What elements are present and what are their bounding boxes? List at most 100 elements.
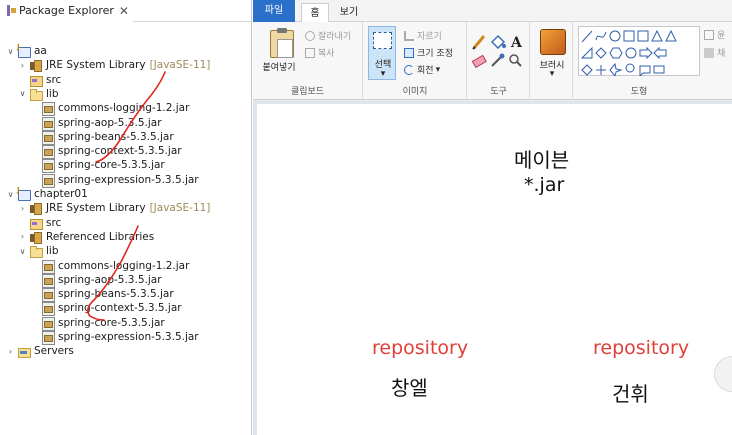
ribbon-tab-bar: 파일 홈 보기 bbox=[253, 0, 732, 22]
svg-text:A: A bbox=[510, 35, 523, 51]
rotate-icon bbox=[404, 64, 414, 75]
paint-window: 파일 홈 보기 붙여넣기 잘라내기 복사 클립보드 선택 ▾ 자르기 크기 조정… bbox=[253, 0, 732, 435]
tree-item[interactable]: ∨ chapter01 bbox=[6, 186, 88, 201]
shape-glyph[interactable] bbox=[653, 46, 667, 60]
brushes-button[interactable]: 브러시 ▾ bbox=[531, 24, 573, 80]
shape-glyph[interactable] bbox=[580, 46, 593, 59]
copy-label: 복사 bbox=[318, 49, 335, 59]
tree-item-label: spring-expression-5.3.5.jar bbox=[58, 331, 199, 343]
crop-button[interactable]: 자르기 bbox=[404, 29, 442, 42]
tree-item-label: commons-logging-1.2.jar bbox=[58, 102, 190, 115]
java-project-icon bbox=[17, 186, 31, 201]
tree-item-jar[interactable]: spring-expression-5.3.5.jar bbox=[30, 173, 199, 188]
shape-glyph[interactable] bbox=[639, 46, 653, 60]
chevron-right-icon[interactable]: › bbox=[6, 347, 15, 356]
shape-glyph[interactable] bbox=[665, 29, 677, 42]
tree-item[interactable]: ∨ aa bbox=[6, 43, 47, 58]
cut-button[interactable]: 잘라내기 bbox=[305, 29, 351, 42]
shapes-gallery[interactable] bbox=[578, 26, 700, 76]
tree-item-label: src bbox=[46, 216, 62, 229]
rotate-button[interactable]: 회전 ▾ bbox=[404, 63, 440, 76]
chevron-down-icon[interactable]: ∨ bbox=[6, 190, 15, 199]
tree-item-jar[interactable]: spring-expression-5.3.5.jar bbox=[30, 330, 199, 345]
tab-file[interactable]: 파일 bbox=[253, 0, 295, 22]
shape-glyph[interactable] bbox=[639, 65, 651, 76]
tree-item[interactable]: ∨ lib bbox=[18, 87, 59, 101]
tree-item[interactable]: src bbox=[18, 216, 61, 230]
clipboard-group: 붙여넣기 잘라내기 복사 클립보드 bbox=[253, 22, 363, 100]
tree-item-jar[interactable]: spring-core-5.3.5.jar bbox=[30, 158, 165, 174]
shape-glyph[interactable] bbox=[653, 65, 665, 74]
canvas-text-name-left: 창엘 bbox=[391, 376, 428, 400]
tree-item-jar[interactable]: spring-aop-5.3.5.jar bbox=[30, 273, 162, 288]
tree-item-label: src bbox=[46, 73, 62, 86]
shape-glyph[interactable] bbox=[581, 30, 593, 43]
jar-file-icon bbox=[41, 173, 55, 188]
brushes-group: 브러시 ▾ bbox=[531, 22, 573, 100]
library-icon bbox=[29, 59, 42, 73]
package-explorer-icon bbox=[6, 5, 16, 16]
shape-glyph[interactable] bbox=[609, 30, 621, 42]
tree-item-jar[interactable]: spring-context-5.3.5.jar bbox=[30, 144, 182, 160]
fill-button[interactable]: 채 bbox=[704, 46, 725, 59]
tree-item[interactable]: › Servers bbox=[6, 344, 74, 359]
shape-glyph[interactable] bbox=[581, 64, 593, 76]
chevron-down-icon[interactable]: ∨ bbox=[18, 247, 27, 256]
select-button[interactable]: 선택 ▾ bbox=[368, 26, 396, 80]
shape-glyph[interactable] bbox=[623, 30, 635, 42]
java-project-icon bbox=[17, 43, 31, 58]
tab-view[interactable]: 보기 bbox=[335, 3, 363, 22]
close-icon[interactable]: ✕ bbox=[119, 5, 129, 17]
shape-glyph[interactable] bbox=[609, 47, 623, 59]
chevron-right-icon[interactable]: › bbox=[18, 61, 27, 70]
resize-button[interactable]: 크기 조정 bbox=[404, 46, 453, 59]
shape-glyph[interactable] bbox=[651, 29, 663, 42]
tree-item-jar[interactable]: spring-context-5.3.5.jar bbox=[30, 301, 182, 317]
canvas-text-repository-left: repository bbox=[372, 337, 469, 359]
tree-item[interactable]: › JRE System Library [JavaSE-11] bbox=[18, 201, 210, 216]
jar-file-icon bbox=[41, 302, 55, 317]
shape-glyph[interactable] bbox=[609, 62, 623, 76]
shape-glyph[interactable] bbox=[625, 47, 637, 59]
tree-item-jar[interactable]: commons-logging-1.2.jar bbox=[30, 259, 190, 274]
tree-item-label: commons-logging-1.2.jar bbox=[58, 259, 190, 272]
explorer-tab-bar: Package Explorer ✕ bbox=[0, 0, 251, 22]
source-folder-icon bbox=[29, 217, 43, 230]
chevron-down-icon: ▾ bbox=[380, 69, 386, 79]
shape-glyph[interactable] bbox=[595, 47, 607, 59]
chevron-right-icon[interactable]: › bbox=[18, 204, 27, 213]
tree-item-jar[interactable]: spring-beans-5.3.5.jar bbox=[30, 130, 174, 145]
shape-glyph[interactable] bbox=[625, 63, 635, 73]
crop-icon bbox=[404, 30, 414, 41]
package-explorer-tab[interactable]: Package Explorer ✕ bbox=[0, 0, 133, 22]
scissors-icon bbox=[305, 30, 315, 41]
chevron-down-icon[interactable]: ∨ bbox=[18, 89, 27, 98]
tree-item-label: Servers bbox=[34, 345, 74, 358]
tree-item[interactable]: ∨ lib bbox=[18, 244, 59, 259]
shape-glyph[interactable] bbox=[637, 30, 649, 42]
tree-item-label: spring-beans-5.3.5.jar bbox=[58, 288, 174, 301]
tree-item-label: chapter01 bbox=[34, 188, 88, 200]
tree-item[interactable]: › Referenced Libraries bbox=[18, 230, 154, 244]
tree-item[interactable]: src bbox=[18, 73, 61, 87]
tab-home[interactable]: 홈 bbox=[301, 3, 329, 22]
paste-button[interactable]: 붙여넣기 bbox=[257, 24, 297, 80]
brush-icon bbox=[540, 29, 566, 55]
jar-file-icon bbox=[41, 116, 55, 131]
tree-item[interactable]: › JRE System Library [JavaSE-11] bbox=[18, 58, 210, 73]
outline-button[interactable]: 윤 bbox=[704, 28, 725, 41]
copy-button[interactable]: 복사 bbox=[305, 46, 335, 59]
text-icon: A bbox=[510, 35, 523, 51]
tree-item-jar[interactable]: spring-beans-5.3.5.jar bbox=[30, 287, 174, 303]
resize-label: 크기 조정 bbox=[417, 49, 453, 59]
chevron-right-icon[interactable]: › bbox=[18, 232, 27, 241]
drawing-canvas[interactable]: 메이븐 *.jar repository 창엘 repository 건휘 bbox=[257, 104, 732, 435]
tree-item-jar[interactable]: spring-core-5.3.5.jar bbox=[30, 316, 165, 331]
chevron-down-icon[interactable]: ∨ bbox=[6, 47, 15, 56]
tree-item-jar[interactable]: commons-logging-1.2.jar bbox=[30, 101, 190, 117]
resize-icon bbox=[404, 47, 414, 58]
shape-glyph[interactable] bbox=[595, 31, 607, 41]
shape-glyph[interactable] bbox=[596, 65, 606, 75]
tree-item-jar[interactable]: spring-aop-5.3.5.jar bbox=[30, 116, 162, 131]
shapes-group: 윤 채 도형 bbox=[574, 22, 732, 100]
